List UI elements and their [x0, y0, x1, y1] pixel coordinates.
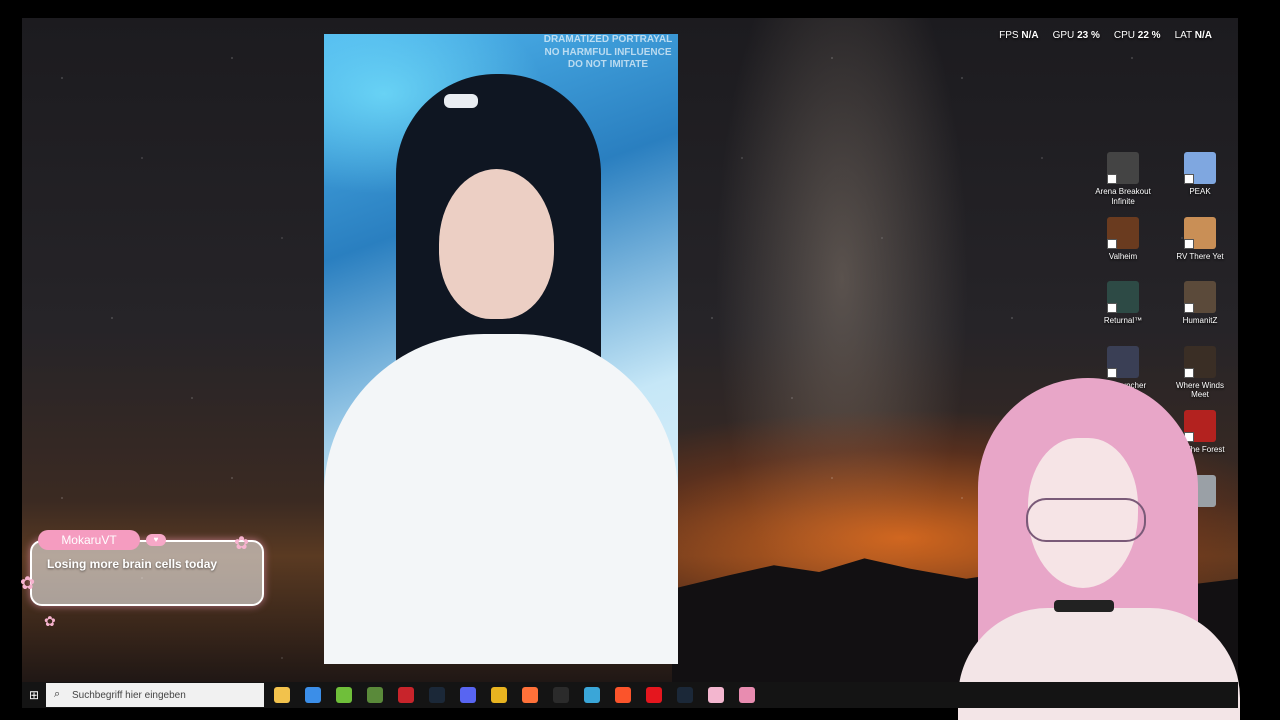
avatar-choker — [1054, 600, 1114, 612]
desktop-shortcut-label: Valheim — [1108, 251, 1138, 261]
rv-there-yet-icon — [1184, 216, 1216, 249]
fps-readout: FPS N/A — [999, 30, 1039, 41]
returnal-icon — [1107, 281, 1139, 313]
video-subject-shirt — [324, 334, 678, 664]
performance-overlay: FPS N/A GPU 23 % CPU 22 % LAT N/A — [999, 30, 1212, 41]
desktop-shortcut[interactable]: Arena Breakout Infinite — [1090, 152, 1156, 206]
desktop-shortcut-label: PEAK — [1189, 187, 1211, 196]
steam-icon[interactable] — [429, 687, 445, 703]
valheim-icon — [1107, 216, 1139, 249]
desktop-shortcut[interactable]: Returnal™ — [1090, 281, 1156, 326]
pink-app-2-icon[interactable] — [739, 687, 755, 703]
disclaimer-line: NO HARMFUL INFLUENCE — [544, 46, 672, 58]
taskbar-search[interactable]: ⌕ — [46, 683, 264, 707]
file-explorer-icon[interactable] — [274, 687, 290, 703]
app-blue-icon[interactable] — [584, 687, 600, 703]
steam-2-icon[interactable] — [677, 687, 693, 703]
desktop-shortcut[interactable]: Valheim — [1090, 216, 1156, 262]
firefox-icon[interactable] — [522, 687, 538, 703]
brave-icon[interactable] — [615, 687, 631, 703]
pink-app-icon[interactable] — [708, 687, 724, 703]
desktop-shortcut[interactable]: RV There Yet — [1167, 216, 1233, 262]
chat-message: Losing more brain cells today — [47, 557, 218, 571]
desktop-shortcut-label: HumanitZ — [1182, 316, 1218, 325]
flower-icon: ✿ — [44, 613, 56, 629]
search-input[interactable] — [72, 683, 260, 707]
gpu-readout: GPU 23 % — [1052, 30, 1100, 41]
launcher-icon — [1107, 345, 1139, 378]
chat-username: MokaruVT — [38, 530, 140, 550]
video-player-panel[interactable]: DRAMATIZED PORTRAYAL NO HARMFUL INFLUENC… — [324, 34, 678, 664]
minecraft-icon[interactable] — [367, 687, 383, 703]
latency-readout: LAT N/A — [1174, 30, 1212, 41]
humanitz-icon — [1184, 281, 1216, 313]
opera-icon[interactable] — [646, 687, 662, 703]
peak-icon — [1184, 152, 1216, 184]
flower-icon: ✿ — [234, 533, 250, 553]
android-icon[interactable] — [336, 687, 352, 703]
video-disclaimer: DRAMATIZED PORTRAYAL NO HARMFUL INFLUENC… — [538, 34, 678, 72]
video-subject-face — [439, 169, 554, 319]
where-winds-meet-icon — [1184, 345, 1216, 378]
disclaimer-line: DO NOT IMITATE — [567, 59, 649, 70]
store-icon[interactable] — [305, 687, 321, 703]
desktop-shortcut[interactable]: PEAK — [1167, 152, 1233, 197]
game-launcher-icon[interactable] — [398, 687, 414, 703]
flower-icon: ✿ — [20, 573, 36, 593]
heart-icon: ♥ — [146, 534, 166, 546]
windows-start-button[interactable]: ⊞ — [22, 682, 46, 708]
obs-icon[interactable] — [553, 687, 569, 703]
search-icon: ⌕ — [54, 688, 61, 700]
desktop-shortcut-label: RV There Yet — [1176, 251, 1224, 261]
discord-icon[interactable] — [460, 687, 476, 703]
vtuber-avatar — [958, 378, 1240, 720]
chrome-icon[interactable] — [491, 687, 507, 703]
desktop-shortcut-label: Returnal™ — [1103, 316, 1143, 325]
desktop-shortcut-label: Arena Breakout Infinite — [1095, 187, 1151, 206]
disclaimer-line: DRAMATIZED PORTRAYAL — [543, 34, 673, 45]
avatar-glasses — [1026, 498, 1146, 542]
taskbar: ⊞ ⌕ — [22, 682, 1238, 708]
desktop-shortcut[interactable]: HumanitZ — [1167, 281, 1233, 326]
hair-clip — [444, 94, 478, 108]
arena-breakout-icon — [1107, 152, 1139, 184]
cpu-readout: CPU 22 % — [1113, 30, 1161, 41]
